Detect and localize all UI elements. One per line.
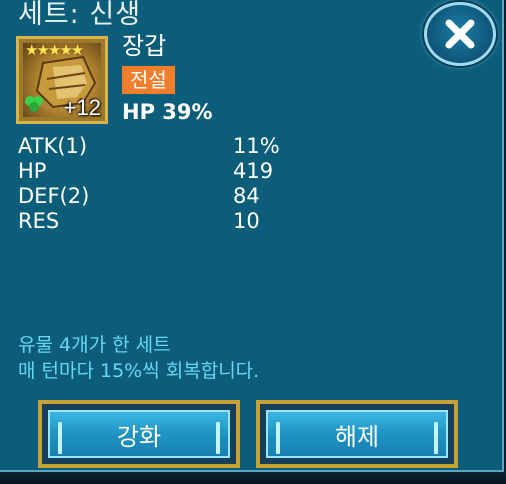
stat-row: ATK(1) 11% (18, 134, 318, 159)
button-decoration (276, 422, 280, 454)
enhance-button-face: 강화 (48, 410, 230, 458)
stat-list: ATK(1) 11% HP 419 DEF(2) 84 RES 10 (18, 134, 318, 234)
set-description-line: 유물 4개가 한 세트 (18, 334, 171, 356)
artifact-detail-panel: 세트: 신생 ★★★★★ +12 장갑 전설 HP 39% ATK(1) 11% (0, 0, 504, 472)
unequip-button-face: 해제 (266, 410, 448, 458)
stat-name: HP (18, 159, 47, 183)
star-rating: ★★★★★ (25, 41, 84, 59)
stat-value: 84 (233, 184, 260, 208)
stat-name: DEF(2) (18, 184, 90, 208)
item-icon[interactable]: ★★★★★ +12 (16, 36, 108, 124)
enhance-button-label: 강화 (116, 422, 162, 451)
button-decoration (58, 422, 62, 454)
button-decoration (434, 422, 438, 454)
stat-value: 10 (233, 209, 260, 233)
set-description: 유물 4개가 한 세트 매 턴마다 15%씩 회복합니다. (18, 332, 259, 384)
close-button[interactable] (424, 2, 496, 66)
stat-row: DEF(2) 84 (18, 184, 318, 209)
rarity-badge: 전설 (122, 66, 175, 94)
item-name: 장갑 (122, 32, 167, 60)
enhance-level: +12 (63, 95, 101, 120)
unequip-button[interactable]: 해제 (256, 400, 458, 468)
stat-value: 419 (233, 159, 274, 183)
stat-row: RES 10 (18, 209, 318, 234)
enhance-button[interactable]: 강화 (38, 400, 240, 468)
close-icon (445, 19, 475, 49)
button-decoration (216, 422, 220, 454)
stat-name: RES (18, 209, 60, 233)
set-description-line: 매 턴마다 15%씩 회복합니다. (18, 360, 260, 382)
stat-name: ATK(1) (18, 134, 88, 158)
clover-icon (25, 96, 43, 112)
main-stat: HP 39% (122, 100, 213, 124)
background-strip (0, 472, 506, 484)
stat-value: 11% (233, 134, 280, 158)
unequip-button-label: 해제 (334, 422, 380, 451)
stat-row: HP 419 (18, 159, 318, 184)
